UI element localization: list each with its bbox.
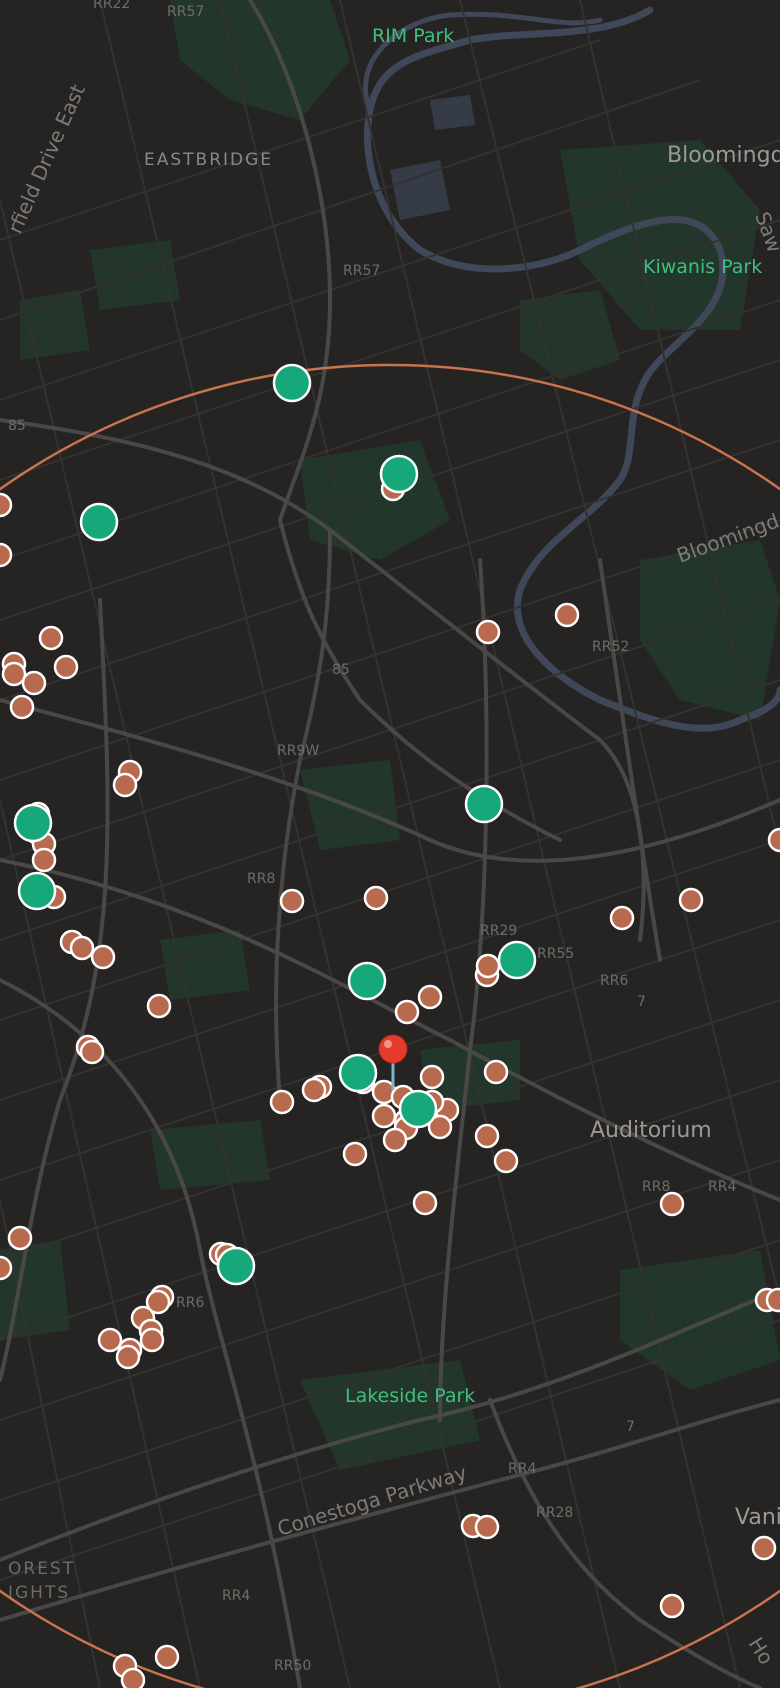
map-marker-orange[interactable] [112, 772, 138, 798]
map-marker-orange[interactable] [751, 1535, 777, 1561]
route-label: RR50 [274, 1658, 311, 1674]
map-marker-orange[interactable] [475, 619, 501, 645]
map-canvas[interactable]: RIM Park Kiwanis Park Lakeside Park EAST… [0, 0, 780, 1688]
map-marker-orange[interactable] [53, 654, 79, 680]
route-label: RR8 [247, 871, 275, 887]
route-label: RR22 [93, 0, 130, 12]
map-marker-green[interactable] [79, 502, 119, 542]
route-label: 85 [8, 418, 26, 434]
route-label: RR52 [592, 639, 629, 655]
place-label-auditorium: Auditorium [590, 1118, 712, 1143]
map-marker-orange[interactable] [0, 492, 13, 518]
map-marker-green[interactable] [379, 454, 419, 494]
route-label: RR6 [600, 973, 628, 989]
map-marker-orange[interactable] [146, 993, 172, 1019]
map-marker-orange[interactable] [765, 1287, 780, 1313]
map-marker-orange[interactable] [7, 1225, 33, 1251]
place-label-forest: OREST [8, 1559, 75, 1579]
map-marker-orange[interactable] [9, 694, 35, 720]
route-label: 7 [637, 994, 646, 1010]
route-label: RR28 [536, 1505, 573, 1521]
park-label-lakeside: Lakeside Park [345, 1385, 475, 1407]
map-marker-orange[interactable] [394, 999, 420, 1025]
park-label-kiwanis: Kiwanis Park [643, 256, 762, 278]
map-marker-orange[interactable] [419, 1064, 445, 1090]
map-marker-orange[interactable] [1, 661, 27, 687]
map-marker-orange[interactable] [115, 1344, 141, 1370]
map-marker-green[interactable] [347, 961, 387, 1001]
route-label: RR57 [343, 263, 380, 279]
map-marker-orange[interactable] [609, 905, 635, 931]
map-marker-green[interactable] [338, 1053, 378, 1093]
map-marker-orange[interactable] [0, 542, 13, 568]
route-label: RR57 [167, 4, 204, 20]
map-marker-orange[interactable] [659, 1191, 685, 1217]
map-marker-orange[interactable] [767, 827, 780, 853]
map-marker-orange[interactable] [371, 1103, 397, 1129]
map-marker-orange[interactable] [0, 1255, 13, 1281]
map-marker-orange[interactable] [412, 1190, 438, 1216]
map-marker-green[interactable] [398, 1089, 438, 1129]
map-marker-green[interactable] [216, 1246, 256, 1286]
map-marker-orange[interactable] [301, 1077, 327, 1103]
map-marker-green[interactable] [17, 871, 57, 911]
map-marker-orange[interactable] [90, 944, 116, 970]
place-label-bloomingdale: Bloomingd [667, 143, 780, 168]
map-marker-orange[interactable] [139, 1327, 165, 1353]
map-marker-orange[interactable] [79, 1039, 105, 1065]
route-label: RR4 [708, 1179, 736, 1195]
map-marker-green[interactable] [464, 784, 504, 824]
map-marker-orange[interactable] [474, 1514, 500, 1540]
map-marker-orange[interactable] [363, 885, 389, 911]
route-label: RR6 [176, 1295, 204, 1311]
map-view[interactable]: RIM Park Kiwanis Park Lakeside Park EAST… [0, 0, 780, 1688]
map-marker-orange[interactable] [97, 1327, 123, 1353]
map-marker-orange[interactable] [475, 953, 501, 979]
route-label: RR29 [480, 923, 517, 939]
map-marker-green[interactable] [13, 803, 53, 843]
map-marker-orange[interactable] [120, 1667, 146, 1688]
route-label: RR4 [222, 1588, 250, 1604]
map-marker-orange[interactable] [474, 1123, 500, 1149]
map-marker-orange[interactable] [678, 887, 704, 913]
place-label-eastbridge: EASTBRIDGE [144, 150, 273, 170]
route-label: RR8 [642, 1179, 670, 1195]
place-label-heights: IGHTS [8, 1583, 70, 1603]
map-marker-orange[interactable] [493, 1148, 519, 1174]
route-label: 7 [626, 1419, 635, 1435]
map-marker-green[interactable] [497, 940, 537, 980]
map-marker-orange[interactable] [31, 847, 57, 873]
park-label-rim: RIM Park [372, 25, 454, 47]
map-marker-orange[interactable] [154, 1644, 180, 1670]
place-label-vanier: Vani [735, 1505, 780, 1530]
route-label: RR55 [537, 946, 574, 962]
route-label: RR9W [277, 743, 319, 759]
map-marker-orange[interactable] [483, 1059, 509, 1085]
map-marker-orange[interactable] [342, 1141, 368, 1167]
map-marker-orange[interactable] [21, 670, 47, 696]
map-marker-orange[interactable] [269, 1089, 295, 1115]
route-label: RR4 [508, 1461, 536, 1477]
map-marker-orange[interactable] [554, 602, 580, 628]
map-marker-orange[interactable] [417, 984, 443, 1010]
map-marker-orange[interactable] [69, 935, 95, 961]
map-marker-orange[interactable] [279, 888, 305, 914]
route-label: 85 [332, 662, 350, 678]
map-marker-green[interactable] [272, 363, 312, 403]
map-marker-orange[interactable] [38, 625, 64, 651]
map-marker-orange[interactable] [659, 1593, 685, 1619]
map-marker-orange[interactable] [382, 1127, 408, 1153]
